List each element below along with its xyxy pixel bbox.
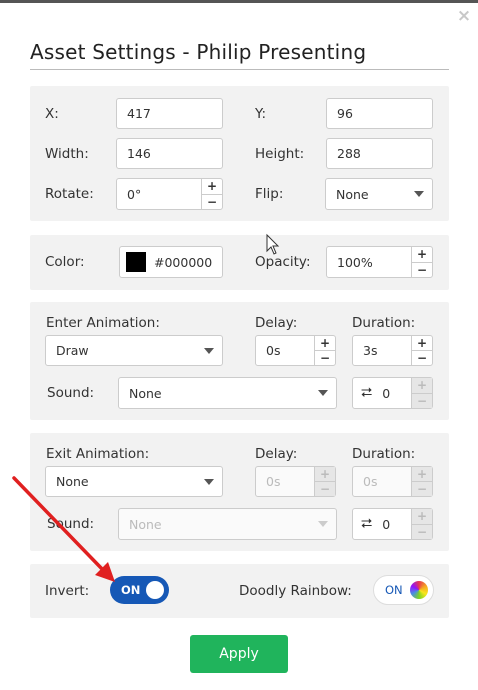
- exit-sound-select[interactable]: None: [118, 508, 337, 540]
- y-input[interactable]: 96: [326, 98, 433, 129]
- rotate-label: Rotate:: [45, 186, 94, 202]
- close-icon[interactable]: ×: [455, 7, 473, 25]
- enter-animation-select[interactable]: Draw: [45, 335, 223, 366]
- exit-delay-spinner: + −: [314, 467, 335, 496]
- window-top-strip: [0, 0, 478, 3]
- exit-duration-increment-button[interactable]: +: [412, 467, 432, 481]
- color-label: Color:: [45, 254, 85, 270]
- x-value: 417: [127, 106, 151, 121]
- exit-delay-label: Delay:: [255, 446, 298, 462]
- enter-duration-label: Duration:: [352, 315, 416, 331]
- flip-value: None: [336, 186, 369, 202]
- exit-animation-value: None: [56, 474, 89, 489]
- exit-duration-value: 0s: [363, 474, 378, 489]
- exit-loop-decrement-button[interactable]: −: [412, 523, 432, 539]
- color-picker[interactable]: #000000: [119, 246, 223, 278]
- chevron-down-icon: [318, 390, 328, 396]
- enter-duration-increment-button[interactable]: +: [412, 336, 432, 350]
- exit-sound-placeholder: None: [129, 516, 162, 532]
- color-swatch: [126, 252, 146, 272]
- exit-loop-count: 0: [382, 516, 391, 532]
- exit-duration-stepper[interactable]: 0s + −: [352, 466, 433, 497]
- exit-delay-value: 0s: [266, 474, 281, 489]
- opacity-spinner: + −: [411, 247, 432, 277]
- enter-delay-value: 0s: [266, 343, 281, 358]
- enter-duration-spinner: + −: [411, 336, 432, 365]
- enter-duration-value: 3s: [363, 343, 378, 358]
- enter-sound-value: None: [129, 385, 162, 401]
- color-value: #000000: [154, 254, 213, 270]
- exit-loop-spinner: + −: [411, 509, 432, 539]
- chevron-down-icon: [204, 347, 214, 354]
- invert-label: Invert:: [45, 583, 90, 599]
- rotate-value: 0°: [127, 186, 142, 202]
- height-value: 288: [337, 146, 361, 161]
- opacity-value: 100%: [337, 254, 373, 270]
- exit-duration-spinner: + −: [411, 467, 432, 496]
- enter-sound-label: Sound:: [47, 385, 95, 401]
- y-label: Y:: [255, 106, 267, 122]
- apply-button[interactable]: Apply: [190, 635, 288, 673]
- x-input[interactable]: 417: [116, 98, 223, 129]
- enter-loop-increment-button[interactable]: +: [412, 378, 432, 393]
- enter-delay-increment-button[interactable]: +: [315, 336, 335, 350]
- enter-delay-label: Delay:: [255, 315, 298, 331]
- enter-duration-decrement-button[interactable]: −: [412, 350, 432, 365]
- enter-sound-loop-stepper[interactable]: ⮂ 0 + −: [352, 377, 433, 409]
- opacity-stepper[interactable]: 100% + −: [326, 246, 433, 278]
- opacity-decrement-button[interactable]: −: [412, 261, 432, 278]
- enter-sound-select[interactable]: None: [118, 377, 337, 409]
- invert-toggle[interactable]: ON: [110, 576, 169, 604]
- rainbow-label: Doodly Rainbow:: [239, 583, 352, 599]
- loop-icon: ⮂: [361, 385, 373, 401]
- exit-delay-decrement-button[interactable]: −: [315, 481, 335, 496]
- invert-state: ON: [121, 583, 141, 597]
- enter-delay-decrement-button[interactable]: −: [315, 350, 335, 365]
- exit-duration-decrement-button[interactable]: −: [412, 481, 432, 496]
- exit-duration-label: Duration:: [352, 446, 416, 462]
- enter-animation-label: Enter Animation:: [46, 315, 160, 331]
- opacity-label: Opacity:: [255, 254, 311, 270]
- toggle-knob: [146, 581, 164, 599]
- enter-delay-stepper[interactable]: 0s + −: [255, 335, 336, 366]
- flip-select[interactable]: None: [325, 178, 433, 210]
- height-input[interactable]: 288: [326, 138, 433, 169]
- chevron-down-icon: [414, 191, 424, 197]
- rainbow-state: ON: [385, 583, 403, 597]
- dialog-title: Asset Settings - Philip Presenting: [30, 40, 367, 64]
- rotate-decrement-button[interactable]: −: [202, 193, 222, 210]
- enter-duration-stepper[interactable]: 3s + −: [352, 335, 433, 366]
- enter-animation-value: Draw: [56, 343, 89, 358]
- enter-delay-spinner: + −: [314, 336, 335, 365]
- exit-sound-loop-stepper[interactable]: ⮂ 0 + −: [352, 508, 433, 540]
- chevron-down-icon: [204, 478, 214, 485]
- width-label: Width:: [45, 146, 89, 162]
- exit-delay-stepper[interactable]: 0s + −: [255, 466, 336, 497]
- exit-loop-increment-button[interactable]: +: [412, 509, 432, 524]
- rotate-increment-button[interactable]: +: [202, 179, 222, 194]
- opacity-increment-button[interactable]: +: [412, 247, 432, 262]
- loop-icon: ⮂: [361, 516, 373, 532]
- chevron-down-icon: [318, 521, 328, 527]
- exit-sound-label: Sound:: [47, 516, 95, 532]
- exit-animation-select[interactable]: None: [45, 466, 223, 497]
- flip-label: Flip:: [255, 186, 284, 202]
- rainbow-icon: [410, 581, 428, 599]
- width-input[interactable]: 146: [116, 138, 223, 169]
- rotate-spinner: + −: [201, 179, 222, 209]
- height-label: Height:: [255, 146, 305, 162]
- enter-loop-spinner: + −: [411, 378, 432, 408]
- y-value: 96: [337, 106, 353, 121]
- title-divider: [30, 69, 449, 70]
- width-value: 146: [127, 146, 151, 161]
- exit-delay-increment-button[interactable]: +: [315, 467, 335, 481]
- enter-loop-decrement-button[interactable]: −: [412, 392, 432, 408]
- rotate-stepper[interactable]: 0° + −: [116, 178, 223, 210]
- x-label: X:: [45, 106, 59, 122]
- enter-loop-count: 0: [382, 385, 391, 401]
- rainbow-toggle[interactable]: ON: [373, 575, 434, 605]
- exit-animation-label: Exit Animation:: [46, 446, 150, 462]
